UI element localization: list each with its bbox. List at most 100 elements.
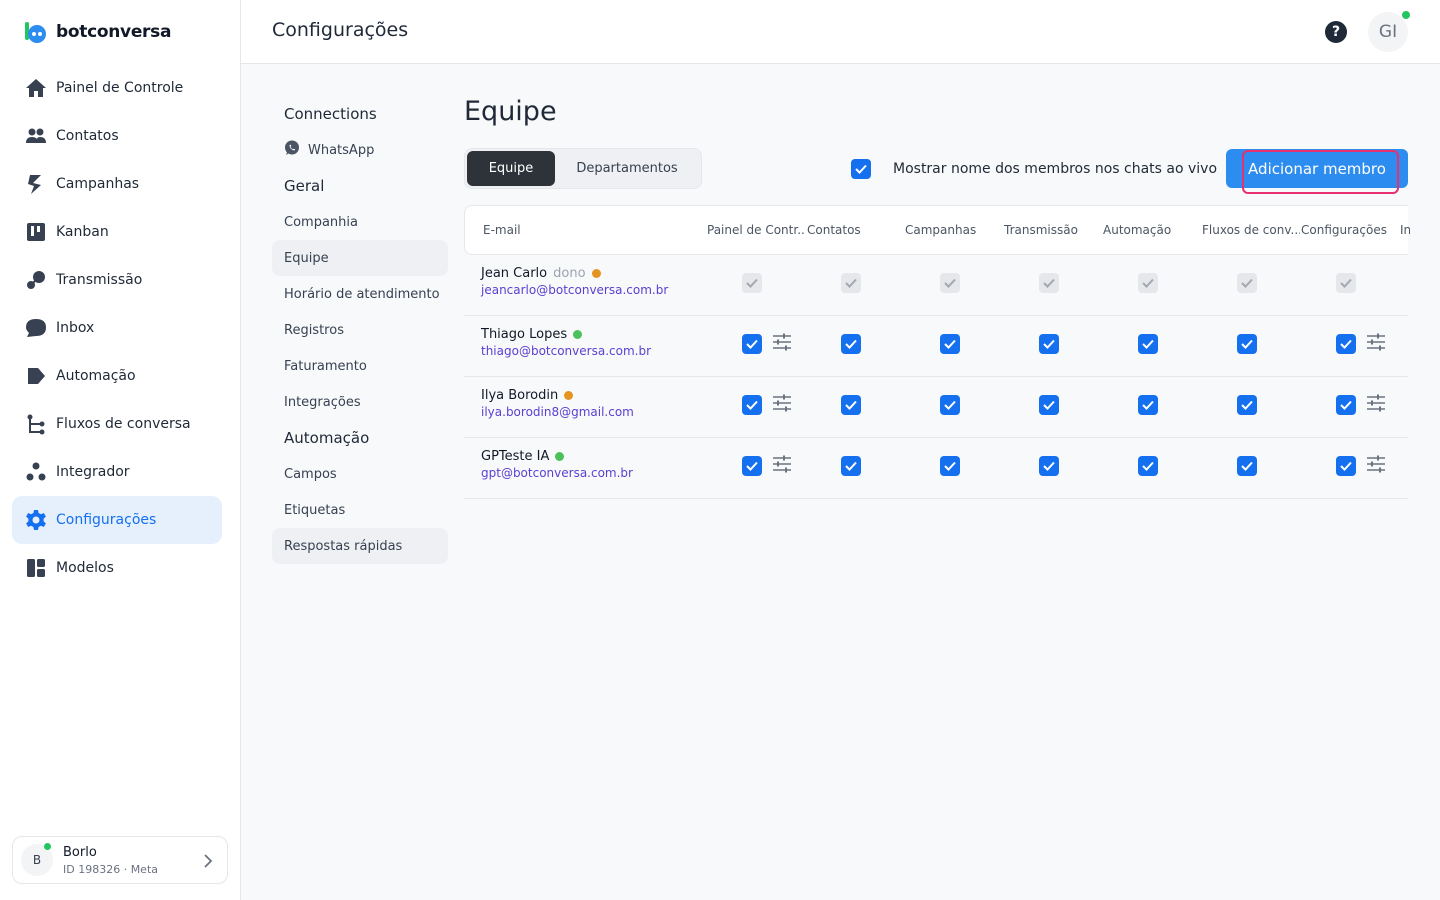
logo[interactable]: botconversa [24,20,171,44]
tab-equipe[interactable]: Equipe [467,151,555,186]
sidebar-item-fluxos-de-conversa[interactable]: Fluxos de conversa [12,400,222,448]
table-row: GPTeste IA gpt@botconversa.com.br [464,438,1408,499]
account-switcher[interactable]: B Borlo ID 198326 · Meta [12,836,228,884]
settings-item-integracoes[interactable]: Integrações [272,384,448,420]
settings-item-equipe[interactable]: Equipe [272,240,448,276]
whatsapp-item-content: WhatsApp [284,140,374,160]
permission-checkbox[interactable] [1039,395,1059,415]
flow-icon [24,412,48,436]
settings-item-whatsapp[interactable]: WhatsApp [272,132,448,168]
sidebar: botconversa Painel de Controle Contatos Ca… [0,0,241,900]
permission-checkbox[interactable] [841,456,861,476]
column-header[interactable]: Campanhas [905,223,976,237]
column-header[interactable]: E-mail [483,223,521,237]
permission-checkbox[interactable] [1138,395,1158,415]
column-header[interactable]: Transmissão [1004,223,1078,237]
settings-item-label: WhatsApp [308,142,375,158]
permission-settings-icon[interactable] [1366,332,1386,352]
permission-checkbox[interactable] [1237,395,1257,415]
settings-item-faturamento[interactable]: Faturamento [272,348,448,384]
permission-checkbox[interactable] [940,395,960,415]
table-header: E-mail Painel de Contr... Contatos Campanha… [464,205,1410,255]
permission-checkbox[interactable] [742,334,762,354]
permission-settings-icon[interactable] [772,454,792,474]
sidebar-item-modelos[interactable]: Modelos [12,544,222,592]
settings-section-title: Connections [284,105,377,123]
permission-checkbox[interactable] [1138,456,1158,476]
sidebar-item-label: Kanban [56,224,109,240]
settings-item-etiquetas[interactable]: Etiquetas [272,492,448,528]
permission-checkbox[interactable] [841,395,861,415]
permission-checkbox [841,273,861,293]
member-email[interactable]: jeancarlo@botconversa.com.br [481,283,668,297]
add-member-button[interactable]: Adicionar membro [1226,149,1408,194]
column-header[interactable]: Painel de Contr... [707,223,805,237]
member-cell: Jean Carlo dono jeancarlo@botconversa.com.… [481,266,668,297]
permission-checkbox [1336,273,1356,293]
permission-checkbox[interactable] [742,456,762,476]
member-email[interactable]: thiago@botconversa.com.br [481,344,651,358]
permission-checkbox[interactable] [1039,456,1059,476]
permission-checkbox[interactable] [1336,395,1356,415]
permission-checkbox[interactable] [1039,334,1059,354]
sidebar-item-contatos[interactable]: Contatos [12,112,222,160]
user-online-dot [1402,11,1410,19]
chevron-right-icon [203,853,213,872]
permission-checkbox[interactable] [841,334,861,354]
permission-checkbox[interactable] [1237,456,1257,476]
permission-checkbox[interactable] [940,456,960,476]
column-header[interactable]: In [1400,223,1410,237]
sidebar-item-transmissao[interactable]: Transmissão [12,256,222,304]
settings-item-label: Integrações [284,394,361,410]
user-avatar[interactable]: GI [1368,12,1408,52]
sidebar-item-inbox[interactable]: Inbox [12,304,222,352]
settings-item-registros[interactable]: Registros [272,312,448,348]
sidebar-item-campanhas[interactable]: Campanhas [12,160,222,208]
account-id: ID 198326 · Meta [63,862,159,876]
settings-item-campos[interactable]: Campos [272,456,448,492]
column-header[interactable]: Configurações [1301,223,1387,237]
permission-settings-icon[interactable] [772,332,792,352]
column-header[interactable]: Automação [1103,223,1171,237]
member-email[interactable]: ilya.borodin8@gmail.com [481,405,634,419]
table-row: Ilya Borodin ilya.borodin8@gmail.com [464,377,1408,438]
member-email[interactable]: gpt@botconversa.com.br [481,466,633,480]
sidebar-item-label: Inbox [56,320,95,336]
permission-checkbox[interactable] [940,334,960,354]
member-name: Jean Carlo [481,266,548,281]
permission-checkbox[interactable] [1336,334,1356,354]
settings-item-horario-de-atendimento[interactable]: Horário de atendimento [272,276,448,312]
member-name-line: Jean Carlo dono [481,266,668,281]
member-name: GPTeste IA [481,449,550,464]
sidebar-item-painel-de-controle[interactable]: Painel de Controle [12,64,222,112]
show-names-label: Mostrar nome dos membros nos chats ao vi… [893,161,1218,177]
permission-checkbox [1138,273,1158,293]
templates-icon [24,556,48,580]
permission-checkbox[interactable] [742,395,762,415]
permission-settings-icon[interactable] [1366,393,1386,413]
permission-checkbox[interactable] [1336,456,1356,476]
tab-departamentos[interactable]: Departamentos [555,151,699,186]
permission-checkbox[interactable] [1138,334,1158,354]
sidebar-item-configuracoes[interactable]: Configurações [12,496,222,544]
settings-item-companhia[interactable]: Companhia [272,204,448,240]
member-cell: Thiago Lopes thiago@botconversa.com.br [481,327,651,358]
sidebar-item-label: Automação [56,368,136,384]
column-header[interactable]: Fluxos de conv... [1202,223,1300,237]
table-body: Jean Carlo dono jeancarlo@botconversa.com.… [464,255,1408,499]
sidebar-item-integrador[interactable]: Integrador [12,448,222,496]
permission-settings-icon[interactable] [772,393,792,413]
permission-checkbox[interactable] [1237,334,1257,354]
permission-checkbox [1237,273,1257,293]
column-header[interactable]: Contatos [807,223,861,237]
settings-item-respostas-rapidas[interactable]: Respostas rápidas [272,528,448,564]
permission-settings-icon[interactable] [1366,454,1386,474]
sidebar-item-kanban[interactable]: Kanban [12,208,222,256]
member-cell: GPTeste IA gpt@botconversa.com.br [481,449,633,480]
show-names-checkbox[interactable] [851,159,871,179]
settings-section-title: Automação [284,429,370,447]
sidebar-item-automacao[interactable]: Automação [12,352,222,400]
help-icon[interactable]: ? [1325,21,1347,43]
top-header: Configurações ? GI [241,0,1440,64]
show-names-toggle[interactable]: Mostrar nome dos membros nos chats ao vi… [851,159,1217,179]
